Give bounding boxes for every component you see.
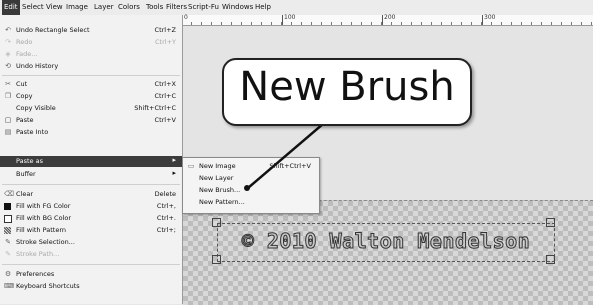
callout-text: New Brush — [239, 64, 455, 110]
callout-pointer-dot — [244, 185, 250, 191]
new-brush-callout: New Brush — [222, 58, 472, 126]
callout-pointer-line — [247, 117, 331, 189]
